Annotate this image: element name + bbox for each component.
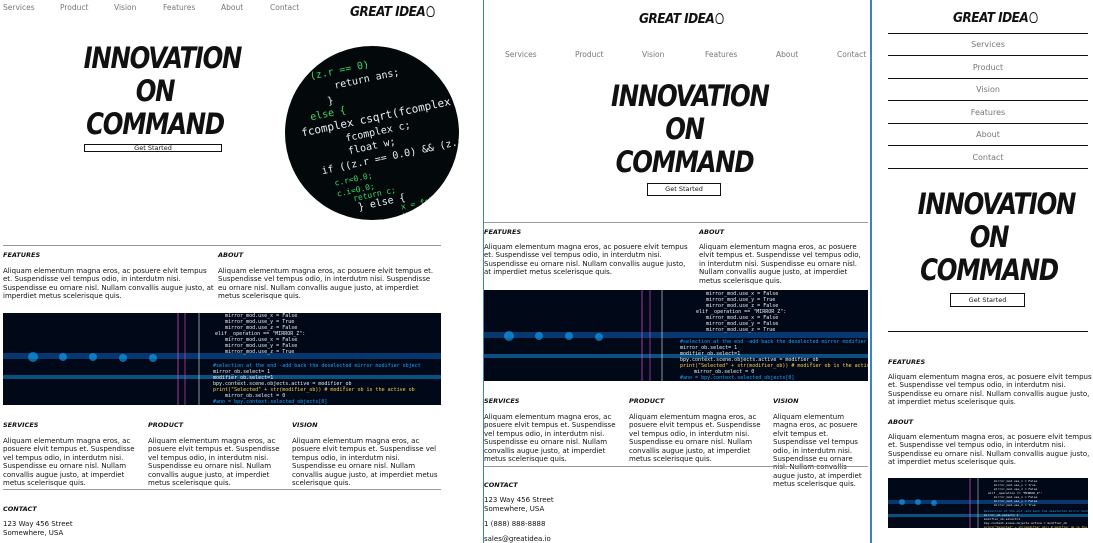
logo-text: GREAT IDEA bbox=[350, 4, 426, 20]
services-text: Aliquam elementum magna eros, ac posuere… bbox=[3, 437, 135, 488]
code-banner-graphic: mirror_mod.use_x = False mirror_mod.use_… bbox=[888, 478, 1088, 528]
code-line: print("Selected" + str(modifier_ob)) # m… bbox=[984, 525, 1088, 528]
lightbulb-icon bbox=[1029, 12, 1038, 23]
nav-vision[interactable]: Vision bbox=[888, 79, 1088, 101]
hero-headline: INNOVATION ON COMMAND bbox=[83, 41, 243, 141]
features-text: Aliquam elementum magna eros, ac posuere… bbox=[3, 267, 214, 301]
section-title-vision: VISION bbox=[292, 421, 318, 429]
desktop-preview: Services Product Vision Features About C… bbox=[0, 0, 481, 543]
logo[interactable]: GREAT IDEA bbox=[953, 10, 1038, 26]
section-title-features: FEATURES bbox=[888, 358, 926, 366]
section-title-about: ABOUT bbox=[888, 418, 914, 426]
section-title-about: ABOUT bbox=[699, 228, 725, 236]
services-text: Aliquam elementum magna eros, ac posuere… bbox=[484, 413, 616, 464]
divider bbox=[484, 466, 868, 467]
nav-about[interactable]: About bbox=[888, 124, 1088, 146]
email-link[interactable]: sales@greatidea.io bbox=[484, 535, 551, 543]
address-line-1: 123 Way 456 Street bbox=[3, 520, 73, 528]
divider bbox=[484, 222, 868, 223]
about-text: Aliquam elementum magna eros, ac posuere… bbox=[888, 433, 1092, 467]
lightbulb-icon bbox=[715, 13, 724, 24]
features-text: Aliquam elementum magna eros, ac posuere… bbox=[888, 373, 1092, 407]
section-title-contact: CONTACT bbox=[3, 505, 37, 513]
logo[interactable]: GREAT IDEA bbox=[350, 4, 435, 20]
hero-line-2: ON bbox=[969, 220, 1010, 254]
address-line-2: Somewhere, USA bbox=[484, 505, 545, 513]
code-circle-graphic: if (z.r == 0) return ans; } else { fcomp… bbox=[291, 59, 459, 219]
code-line: mirror_mod.use_z = True bbox=[706, 327, 775, 333]
vision-text: Aliquam elementum magna eros, ac posuere… bbox=[773, 413, 862, 489]
get-started-button[interactable]: Get Started bbox=[84, 144, 222, 152]
nav-contact[interactable]: Contact bbox=[837, 50, 866, 59]
tablet-preview: GREAT IDEA Services Product Vision Featu… bbox=[483, 0, 868, 543]
section-title-services: SERVICES bbox=[3, 421, 39, 429]
hero-line-3: COMMAND bbox=[615, 145, 755, 179]
nav-product[interactable]: Product bbox=[888, 57, 1088, 79]
code-line: #ano = bpy.context.selected_objects[0] bbox=[213, 399, 327, 405]
logo[interactable]: GREAT IDEA bbox=[639, 11, 724, 27]
logo-text: GREAT IDEA bbox=[639, 11, 715, 27]
product-text: Aliquam elementum magna eros, ac posuere… bbox=[629, 413, 761, 464]
nav-product[interactable]: Product bbox=[60, 3, 88, 12]
hero-line-1: INNOVATION bbox=[83, 41, 243, 75]
features-text: Aliquam elementum magna eros, ac posuere… bbox=[484, 243, 688, 277]
nav-product[interactable]: Product bbox=[575, 50, 603, 59]
code-line: mirror_mod.use_z = True bbox=[994, 503, 1036, 507]
code-image-circle: if (z.r == 0) return ans; } else { fcomp… bbox=[285, 46, 459, 220]
about-text: Aliquam elementum magna eros, ac posuere… bbox=[218, 267, 434, 301]
section-title-features: FEATURES bbox=[3, 251, 41, 259]
phone-number: 1 (888) 888-8888 bbox=[484, 520, 546, 528]
get-started-button[interactable]: Get Started bbox=[950, 293, 1025, 307]
logo-text: GREAT IDEA bbox=[953, 10, 1029, 26]
section-title-contact: CONTACT bbox=[484, 481, 518, 489]
section-title-services: SERVICES bbox=[484, 397, 520, 405]
nav-vision[interactable]: Vision bbox=[114, 3, 136, 12]
code-banner-graphic: mirror_mod.use_x = False mirror_mod.use_… bbox=[3, 313, 441, 405]
address-line-1: 123 Way 456 Street bbox=[484, 496, 554, 504]
code-line: #ano = bpy.context.selected_objects[0] bbox=[680, 375, 794, 381]
section-title-about: ABOUT bbox=[218, 251, 244, 259]
code-image-banner: mirror_mod.use_x = False mirror_mod.use_… bbox=[3, 313, 441, 405]
nav-contact[interactable]: Contact bbox=[270, 3, 299, 12]
hero-line-3: COMMAND bbox=[86, 107, 225, 141]
section-title-product: PRODUCT bbox=[148, 421, 184, 429]
code-image-banner: mirror_mod.use_x = False mirror_mod.use_… bbox=[888, 478, 1088, 528]
code-image-banner: mirror_mod.use_x = False mirror_mod.use_… bbox=[484, 290, 868, 381]
nav-features[interactable]: Features bbox=[163, 3, 195, 12]
nav-services[interactable]: Services bbox=[888, 34, 1088, 56]
code-line: mirror_mod.use_z = True bbox=[225, 349, 294, 355]
nav-about[interactable]: About bbox=[776, 50, 798, 59]
hero-headline: INNOVATION ON COMMAND bbox=[611, 79, 770, 179]
section-title-vision: VISION bbox=[773, 397, 799, 405]
hero-line-1: INNOVATION bbox=[611, 79, 770, 113]
nav-contact[interactable]: Contact bbox=[888, 147, 1088, 169]
hero-line-3: COMMAND bbox=[920, 253, 1059, 287]
nav-about[interactable]: About bbox=[221, 3, 243, 12]
hero-line-2: ON bbox=[665, 112, 705, 146]
nav-features[interactable]: Features bbox=[705, 50, 737, 59]
hero-line-2: ON bbox=[135, 74, 176, 108]
nav-vision[interactable]: Vision bbox=[642, 50, 664, 59]
divider bbox=[3, 489, 441, 490]
about-text: Aliquam elementum magna eros, ac posuere… bbox=[699, 243, 861, 285]
hero-headline: INNOVATION ON COMMAND bbox=[917, 187, 1077, 287]
hero-line-1: INNOVATION bbox=[917, 187, 1077, 221]
divider bbox=[3, 245, 441, 246]
get-started-button[interactable]: Get Started bbox=[647, 183, 721, 196]
nav-services[interactable]: Services bbox=[505, 50, 537, 59]
code-banner-graphic: mirror_mod.use_x = False mirror_mod.use_… bbox=[484, 290, 868, 381]
nav-services[interactable]: Services bbox=[3, 3, 35, 12]
mobile-preview: GREAT IDEA Services Product Vision Featu… bbox=[870, 0, 1093, 543]
product-text: Aliquam elementum magna eros, ac posuere… bbox=[148, 437, 280, 488]
address-line-2: Somewhere, USA bbox=[3, 529, 64, 537]
section-title-features: FEATURES bbox=[484, 228, 522, 236]
nav-features[interactable]: Features bbox=[888, 102, 1088, 124]
vision-text: Aliquam elementum magna eros, ac posuere… bbox=[292, 437, 438, 488]
divider bbox=[888, 331, 1088, 332]
lightbulb-icon bbox=[426, 6, 435, 17]
code-line: } bbox=[326, 95, 334, 107]
section-title-product: PRODUCT bbox=[629, 397, 665, 405]
